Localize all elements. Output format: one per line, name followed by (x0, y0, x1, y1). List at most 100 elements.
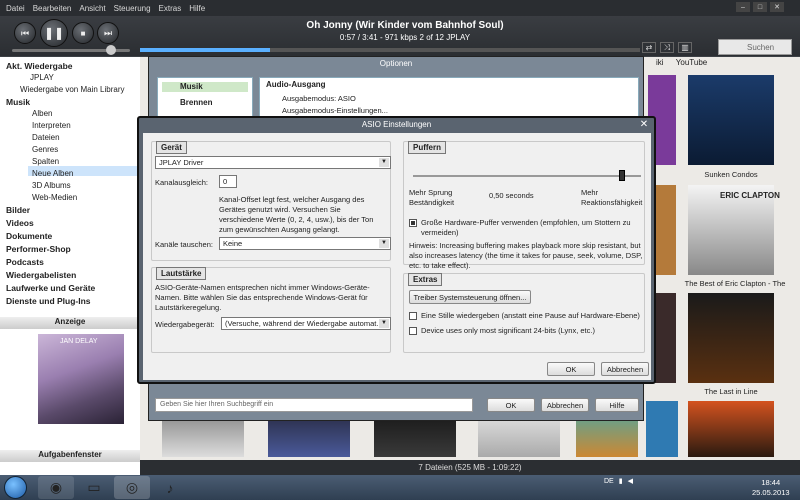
buffer-slider[interactable] (413, 175, 641, 177)
track-title: Oh Jonny (Wir Kinder vom Bahnhof Soul) (306, 20, 504, 31)
tree-ausgabemodus[interactable]: Ausgabemodus: ASIO (282, 94, 356, 104)
chevron-down-icon: ▼ (379, 239, 389, 248)
menu-datei[interactable]: Datei (6, 4, 25, 13)
channel-offset-input[interactable]: 0 (219, 175, 237, 188)
tab-wiki[interactable]: iki (656, 58, 664, 67)
sidebar-item-genres[interactable]: Genres (32, 145, 58, 154)
clock[interactable]: 18:44 25.05.2013 (752, 478, 790, 498)
album-cover[interactable] (688, 401, 774, 457)
msb-checkbox[interactable] (409, 327, 417, 335)
menu-hilfe[interactable]: Hilfe (189, 4, 205, 13)
mediamonkey-icon[interactable]: ◎ (114, 476, 150, 499)
sidebar-header-music[interactable]: Musik (6, 97, 30, 107)
volume-description: ASIO-Geräte-Namen entsprechen nicht imme… (155, 283, 370, 312)
equalizer-icon[interactable]: ▥ (678, 42, 692, 53)
stop-button[interactable]: ■ (72, 22, 94, 44)
sidebar-item-3d-albums[interactable]: 3D Albums (32, 181, 71, 190)
start-button[interactable] (4, 476, 27, 499)
sidebar-section-laufwerke[interactable]: Laufwerke und Geräte (6, 283, 95, 293)
tree-ausgabemodus-einstellungen[interactable]: Ausgabemodus-Einstellungen... (282, 106, 388, 116)
volume-icon[interactable]: ◀ (628, 477, 633, 485)
sidebar-section-dienste[interactable]: Dienste und Plug-Ins (6, 296, 91, 306)
group-device-header: Gerät (156, 141, 187, 154)
clock-date: 25.05.2013 (752, 488, 790, 497)
menu-bar: Datei Bearbeiten Ansicht Steuerung Extra… (0, 0, 800, 16)
sidebar-item-dateien[interactable]: Dateien (32, 133, 60, 142)
menu-steuerung[interactable]: Steuerung (114, 4, 151, 13)
ok-button[interactable]: OK (547, 362, 595, 376)
group-buffer-header: Puffern (408, 141, 446, 154)
network-icon[interactable]: ▮ (619, 477, 623, 485)
status-bar: 7 Dateien (525 MB - 1:09:22) (140, 460, 800, 475)
album-title-last-in-line[interactable]: The Last in Line (690, 387, 772, 397)
previous-button[interactable]: ⏮ (14, 22, 36, 44)
sidebar-header-nowplaying[interactable]: Akt. Wiedergabe (6, 61, 73, 71)
cancel-button[interactable]: Abbrechen (601, 362, 649, 376)
sidebar: Akt. Wiedergabe JPLAY Wiedergabe von Mai… (0, 57, 140, 475)
maximize-icon[interactable]: □ (753, 2, 767, 12)
sidebar-item-main-library[interactable]: Wiedergabe von Main Library (20, 85, 125, 94)
sidebar-item-alben[interactable]: Alben (32, 109, 52, 118)
anzeige-header[interactable]: Anzeige (0, 317, 140, 329)
nav-brennen[interactable]: Brennen (162, 98, 212, 108)
buffer-slider-knob[interactable] (619, 170, 625, 181)
view-icons: ⇄ ⤨ ▥ (642, 42, 692, 53)
volume-knob[interactable] (106, 45, 116, 55)
close-icon[interactable]: ✕ (770, 2, 784, 12)
language-indicator[interactable]: DE (604, 478, 614, 485)
device-select[interactable]: JPLAY Driver ▼ (155, 156, 391, 169)
chrome-icon[interactable]: ◉ (38, 476, 74, 499)
sidebar-section-podcasts[interactable]: Podcasts (6, 257, 44, 267)
menu-extras[interactable]: Extras (159, 4, 182, 13)
pause-button[interactable]: ❚❚ (40, 19, 68, 47)
close-icon[interactable]: ✕ (636, 119, 652, 130)
optionen-help-button[interactable]: Hilfe (595, 398, 639, 412)
chevron-down-icon: ▼ (379, 158, 389, 167)
optionen-ok-button[interactable]: OK (487, 398, 535, 412)
menu-bearbeiten[interactable]: Bearbeiten (33, 4, 72, 13)
silence-checkbox[interactable] (409, 312, 417, 320)
optionen-cancel-button[interactable]: Abbrechen (541, 398, 589, 412)
device-select-value: JPLAY Driver (159, 158, 204, 167)
aufgaben-header[interactable]: Aufgabenfenster (0, 450, 140, 462)
playback-device-value: (Versuche, während der Wiedergabe automa… (225, 319, 383, 328)
optionen-search-input[interactable]: Geben Sie hier Ihren Suchbegriff ein (155, 398, 473, 412)
minimize-icon[interactable]: – (736, 2, 750, 12)
repeat-icon[interactable]: ⇄ (642, 42, 656, 53)
album-cover[interactable] (646, 401, 678, 457)
album-title-eric-clapton[interactable]: The Best of Eric Clapton - The (680, 279, 790, 289)
sidebar-item-spalten[interactable]: Spalten (32, 157, 59, 166)
search-input[interactable]: Suchen (718, 39, 792, 55)
folder-icon[interactable]: ▭ (76, 476, 112, 499)
tree-audio-ausgang[interactable]: Audio-Ausgang (266, 80, 326, 90)
menu-ansicht[interactable]: Ansicht (79, 4, 105, 13)
sidebar-item-interpreten[interactable]: Interpreten (32, 121, 71, 130)
player-bar: ⏮ ❚❚ ■ ⏭ Oh Jonny (Wir Kinder vom Bahnho… (0, 16, 800, 56)
sidebar-section-bilder[interactable]: Bilder (6, 205, 30, 215)
sidebar-item-web-medien[interactable]: Web-Medien (32, 193, 77, 202)
sidebar-item-neue-alben[interactable]: Neue Alben (32, 169, 73, 178)
shuffle-icon[interactable]: ⤨ (660, 42, 674, 53)
sidebar-section-videos[interactable]: Videos (6, 218, 34, 228)
silence-label: Eine Stille wiedergeben (anstatt eine Pa… (421, 311, 640, 320)
album-cover-sunken-condos[interactable] (688, 75, 774, 165)
tab-youtube[interactable]: YouTube (676, 58, 707, 67)
sidebar-section-dokumente[interactable]: Dokumente (6, 231, 52, 241)
system-tray: DE ▮ ◀ (604, 477, 633, 486)
nav-musik[interactable]: Musik (162, 82, 248, 92)
hw-buffer-checkbox[interactable] (409, 219, 417, 227)
album-title-sunken-condos[interactable]: Sunken Condos (690, 170, 772, 180)
driver-control-button[interactable]: Treiber Systemsteuerung öffnen... (409, 290, 531, 304)
playback-device-select[interactable]: (Versuche, während der Wiedergabe automa… (221, 317, 391, 330)
swap-channels-select[interactable]: Keine ▼ (219, 237, 391, 250)
seek-bar[interactable] (140, 48, 640, 52)
album-cover-last-in-line[interactable] (688, 293, 774, 383)
next-button[interactable]: ⏭ (97, 22, 119, 44)
sidebar-item-jplay[interactable]: JPLAY (30, 73, 54, 82)
window-controls: – □ ✕ (736, 2, 784, 12)
jplay-icon[interactable]: ♪ (152, 476, 188, 499)
sidebar-section-performer-shop[interactable]: Performer-Shop (6, 244, 71, 254)
chevron-down-icon: ▼ (379, 319, 389, 328)
sidebar-section-wiedergabelisten[interactable]: Wiedergabelisten (6, 270, 76, 280)
seek-progress (140, 48, 270, 52)
